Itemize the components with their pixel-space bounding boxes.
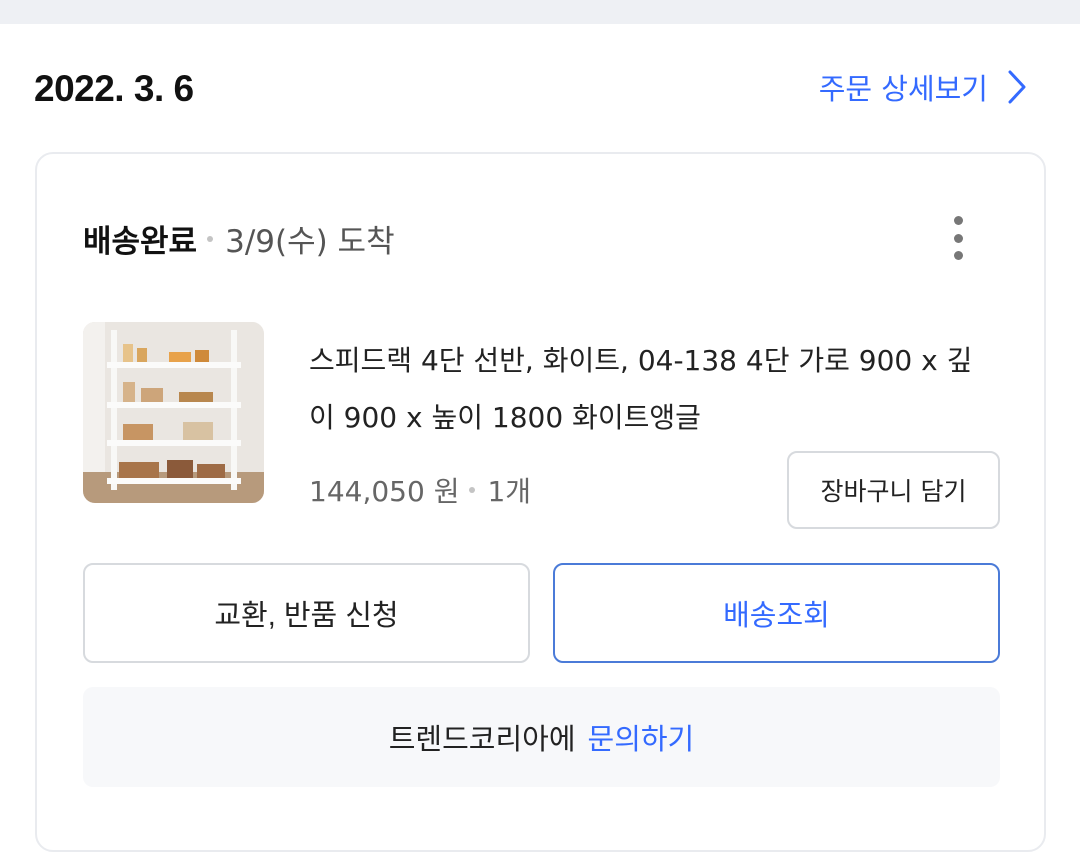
shelf-image-icon [83, 322, 264, 503]
track-delivery-button[interactable]: 배송조회 [553, 563, 1000, 663]
order-card: 배송완료 3/9(수) 도착 스피드랙 4단 선반, 화이트, 04-138 4… [35, 152, 1046, 852]
shipment-status: 배송완료 [83, 224, 198, 260]
seller-name: 트렌드코리아에 [388, 722, 576, 756]
separator-dot [207, 235, 214, 242]
order-detail-link[interactable]: 주문 상세보기 [819, 66, 1028, 108]
more-vertical-icon[interactable] [946, 214, 970, 262]
order-header: 2022. 3. 6 주문 상세보기 [0, 24, 1080, 152]
product-price: 144,050 원 [309, 475, 460, 508]
exchange-return-button[interactable]: 교환, 반품 신청 [83, 563, 530, 663]
arrival-date: 3/9(수) 도착 [225, 224, 395, 260]
order-detail-label: 주문 상세보기 [818, 72, 988, 106]
price-row: 144,050 원 1개 [309, 470, 531, 510]
product-quantity: 1개 [487, 475, 532, 508]
add-to-cart-button[interactable]: 장바구니 담기 [787, 451, 1000, 529]
product-thumbnail[interactable] [83, 322, 264, 503]
shipment-status-row: 배송완료 3/9(수) 도착 [83, 216, 395, 261]
inquiry-link[interactable]: 문의하기 [588, 716, 695, 758]
chevron-right-icon [1008, 70, 1026, 104]
product-title[interactable]: 스피드랙 4단 선반, 화이트, 04-138 4단 가로 900 x 깊이 9… [309, 332, 989, 446]
seller-inquiry-box: 트렌드코리아에 문의하기 [83, 687, 1000, 787]
order-date: 2022. 3. 6 [34, 68, 194, 109]
top-strip [0, 0, 1080, 24]
separator-dot [469, 487, 476, 493]
